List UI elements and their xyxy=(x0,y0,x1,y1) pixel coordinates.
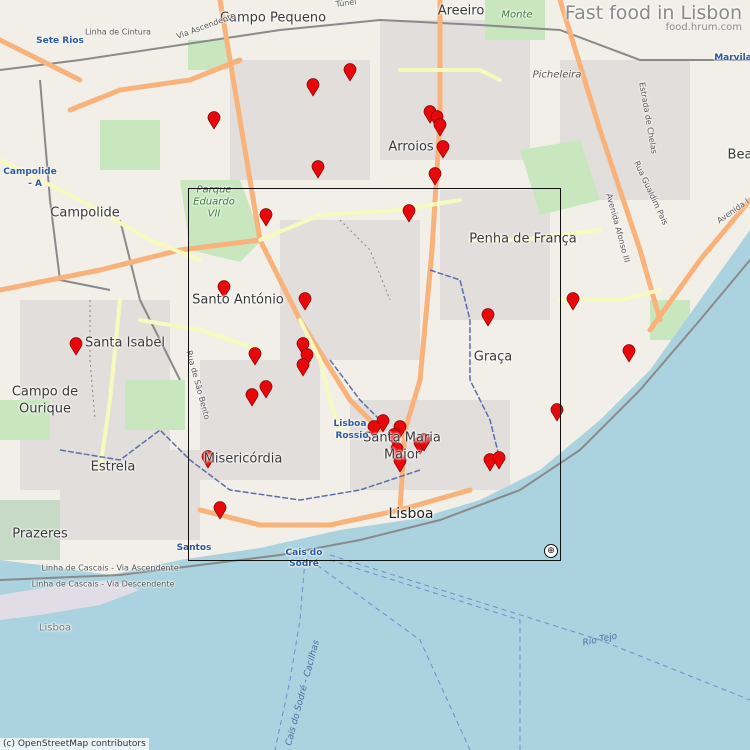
label-marvila: Marvila xyxy=(714,53,750,63)
label-arroios: Arroios xyxy=(388,139,434,155)
label-prazeres: Prazeres xyxy=(12,526,68,542)
label-campolide-a-1: Campolide xyxy=(3,167,57,177)
label-campolide: Campolide xyxy=(50,205,120,221)
zoom-region[interactable]: ⊕ xyxy=(188,188,561,561)
label-sete-rios: Sete Rios xyxy=(36,36,84,46)
label-campo-de-ourique-1: Campo de xyxy=(11,384,79,400)
map-title: Fast food in Lisbon xyxy=(564,2,742,24)
label-estrela: Estrela xyxy=(90,459,136,475)
attribution: (c) OpenStreetMap contributors xyxy=(0,738,149,750)
label-lisboa-port: Lisboa xyxy=(38,622,72,634)
map-header: Fast food in Lisbon food.hrum.com xyxy=(565,2,742,33)
label-beato: Bea xyxy=(727,147,750,163)
label-monte: Monte xyxy=(501,9,533,21)
label-picheleira: Picheleira xyxy=(532,69,582,81)
label-linha-cascais-1: Linha de Cascais - Via Ascendente xyxy=(41,563,179,573)
zoom-in-icon[interactable]: ⊕ xyxy=(544,544,558,558)
label-areeiro: Areeiro xyxy=(437,3,485,19)
label-linha-cintura: Linha de Cintura xyxy=(84,27,152,37)
label-campo-de-ourique-2: Ourique xyxy=(19,401,71,417)
label-santa-isabel: Santa Isabel xyxy=(84,335,166,351)
label-linha-cascais-2: Linha de Cascais - Via Descendente xyxy=(31,579,175,589)
label-campolide-a-2: - A xyxy=(28,179,42,189)
